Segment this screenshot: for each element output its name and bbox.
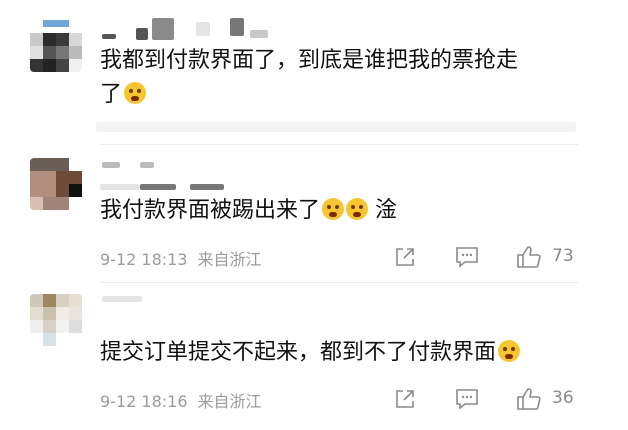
avatar[interactable] [30,294,82,346]
share-icon [396,248,414,266]
screaming-face-emoji [346,198,369,220]
comment-text-line2: 了 [100,82,123,107]
share-icon [396,390,414,408]
comment-text: 我都到付款界面了，到底是谁把我的票抢走 了 [100,44,518,112]
timestamp: 9-12 18:13 [100,250,188,269]
comment-text-body: 我付款界面被踢出来了 [100,198,321,223]
screaming-face-emoji [322,198,345,220]
comment-text: 提交订单提交不起来，都到不了付款界面 [100,336,521,370]
like-button[interactable] [516,245,542,273]
divider [100,144,578,145]
comment-icon [456,247,478,268]
comment-meta: 9-12 18:13 来自浙江 [100,246,262,270]
comment-1: 我都到付款界面了，到底是谁把我的票抢走 了 [0,0,628,140]
comment-meta: 9-12 18:16 来自浙江 [100,388,262,412]
reply-button[interactable] [455,246,479,272]
comment-text-line1: 我都到付款界面了，到底是谁把我的票抢走 [100,48,519,73]
reply-button[interactable] [455,388,479,414]
crying-face-emoji [498,340,521,362]
like-count: 73 [552,246,574,266]
thumbs-up-icon [517,246,541,268]
comment-text-tail: 淦 [375,198,398,223]
like-count: 36 [552,388,574,408]
share-button[interactable] [394,246,416,272]
avatar[interactable] [30,158,82,210]
like-button[interactable] [516,387,542,415]
location: 来自浙江 [197,392,262,411]
avatar[interactable] [30,20,82,72]
comment-2: 我付款界面被踢出来了 淦 9-12 18:13 来自浙江 73 [0,150,628,280]
timestamp: 9-12 18:16 [100,392,188,411]
location: 来自浙江 [197,250,262,269]
crying-face-emoji [124,82,147,104]
reply-placeholder [96,122,576,132]
comment-text: 我付款界面被踢出来了 淦 [100,194,397,228]
thumbs-up-icon [517,388,541,410]
divider [100,282,578,283]
share-button[interactable] [394,388,416,414]
comment-3: 提交订单提交不起来，都到不了付款界面 9-12 18:16 来自浙江 36 [0,286,628,430]
comment-icon [456,389,478,410]
comment-text-body: 提交订单提交不起来，都到不了付款界面 [100,340,497,365]
